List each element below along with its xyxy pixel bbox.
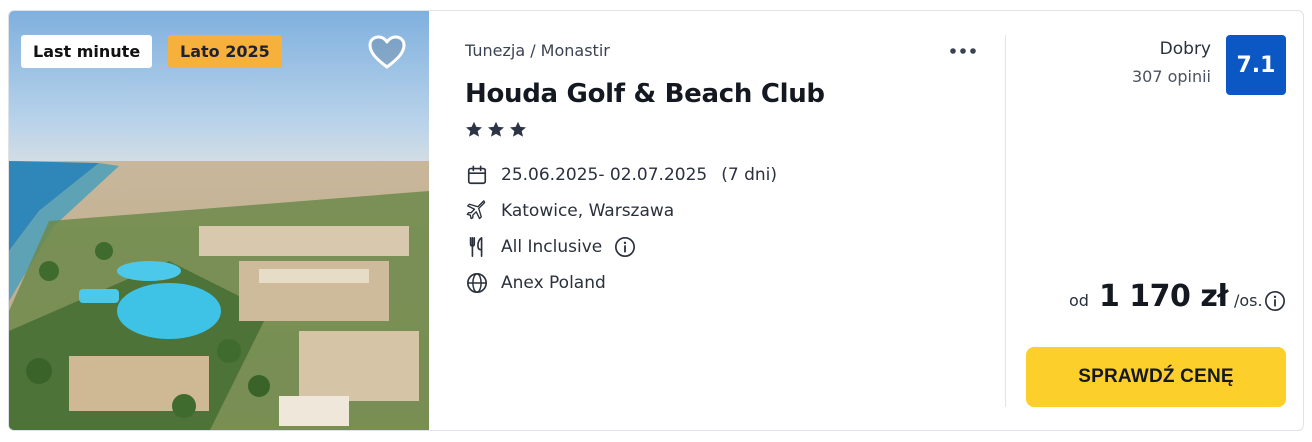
location-breadcrumb[interactable]: Tunezja / Monastir [465, 41, 610, 60]
price-block: od 1 170 zł /os. [1069, 279, 1263, 314]
heart-icon [368, 35, 406, 69]
cutlery-icon [465, 235, 489, 259]
star-icon [488, 121, 504, 137]
duration-text: (7 dni) [721, 165, 777, 185]
price-prefix: od [1069, 291, 1089, 310]
last-minute-badge: Last minute [21, 35, 153, 68]
board-info-icon[interactable] [614, 236, 636, 258]
reviews-count[interactable]: 307 opinii [1132, 67, 1211, 86]
star-icon [466, 121, 482, 137]
star-icon [510, 121, 526, 137]
favorite-button[interactable] [367, 34, 407, 70]
operator-text: Anex Poland [501, 273, 606, 293]
check-price-button[interactable]: SPRAWDŹ CENĘ [1026, 347, 1286, 407]
departure-cities: Katowice, Warszawa [465, 199, 674, 223]
calendar-icon [465, 163, 489, 187]
price-amount: 1 170 zł [1098, 279, 1228, 314]
rating-score-badge: 7.1 [1226, 35, 1286, 95]
more-dots-icon [950, 48, 976, 54]
offer-info: Tunezja / Monastir Houda Golf & Beach Cl… [429, 11, 1005, 430]
hotel-name[interactable]: Houda Golf & Beach Club [465, 79, 825, 109]
column-divider [1005, 35, 1006, 407]
trip-dates: 25.06.2025- 02.07.2025 (7 dni) [465, 163, 777, 187]
departure-text: Katowice, Warszawa [501, 201, 675, 221]
offer-card[interactable]: Last minute Lato 2025 Tunezja / Monastir… [8, 10, 1304, 431]
rating-label: Dobry [1159, 39, 1211, 59]
dates-text: 25.06.2025- 02.07.2025 [501, 165, 708, 185]
more-options-button[interactable] [947, 39, 979, 63]
hotel-stars [465, 121, 527, 138]
price-info-icon[interactable] [1264, 290, 1286, 312]
hotel-aerial-image [9, 11, 429, 430]
price-suffix: /os. [1233, 291, 1263, 310]
tour-operator: Anex Poland [465, 271, 606, 295]
board-text: All Inclusive [501, 237, 603, 257]
season-badge: Lato 2025 [168, 35, 282, 68]
globe-icon [465, 271, 489, 295]
board-type: All Inclusive [465, 235, 636, 259]
hotel-photo[interactable]: Last minute Lato 2025 [9, 11, 429, 430]
plane-icon [465, 199, 489, 223]
